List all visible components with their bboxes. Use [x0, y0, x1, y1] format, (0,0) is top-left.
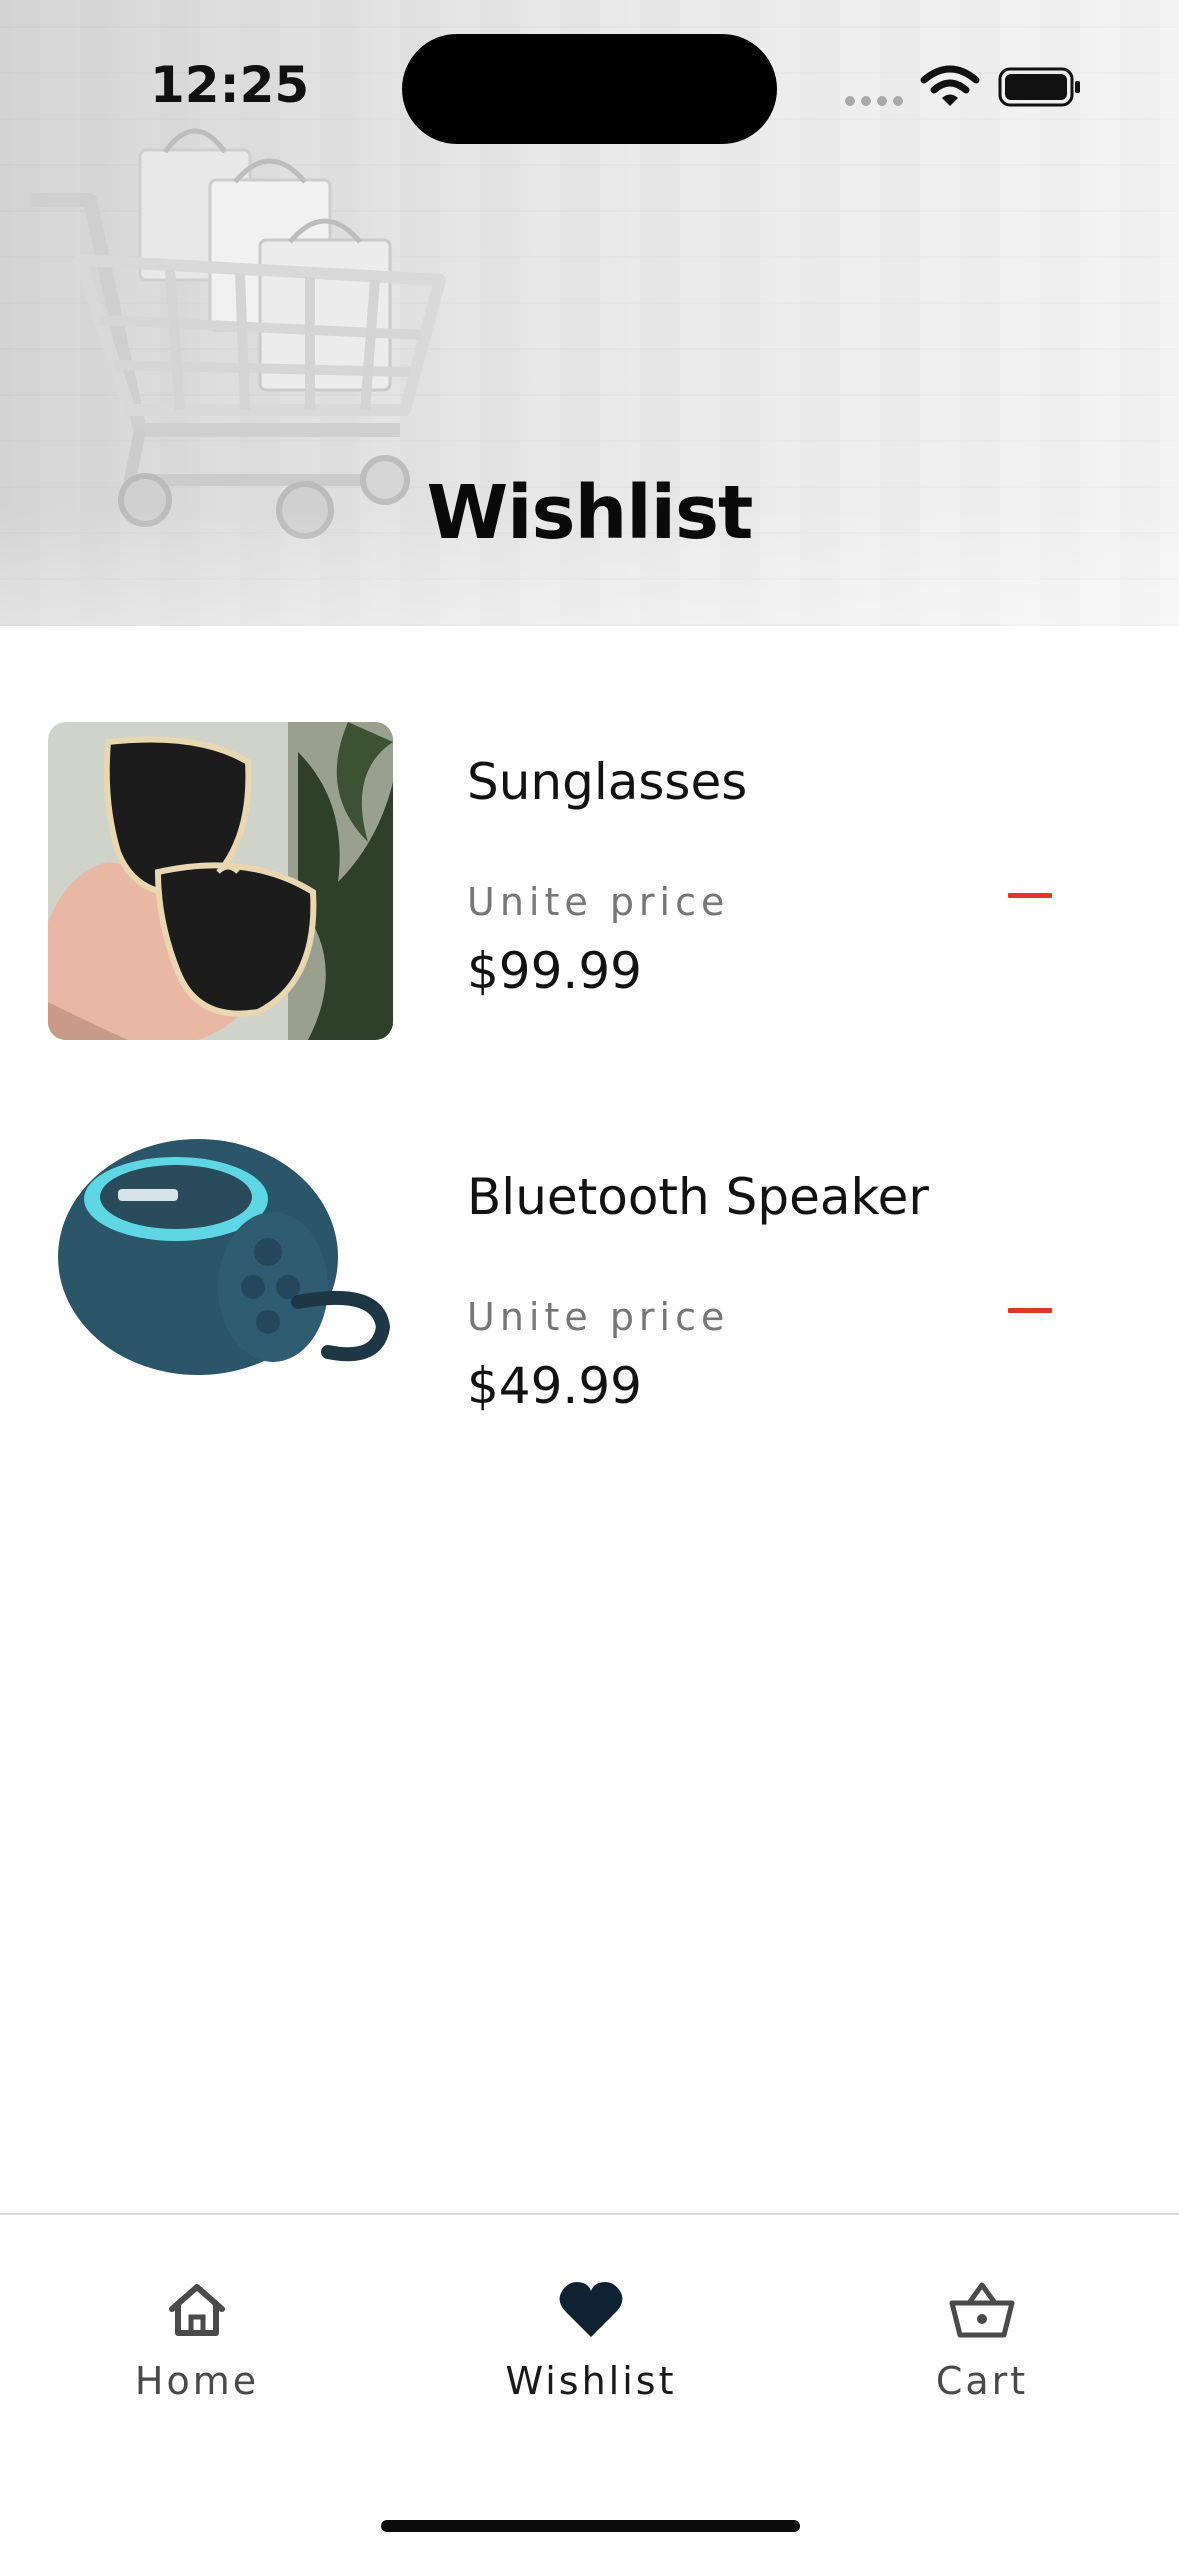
home-icon: [169, 2284, 225, 2336]
product-name: Bluetooth Speaker: [467, 1168, 929, 1226]
nav-label-cart: Cart: [935, 2359, 1029, 2403]
product-image-sunglasses: [48, 722, 393, 1040]
product-name: Sunglasses: [467, 753, 748, 811]
bottom-navigation: Home Wishlist Cart: [0, 2213, 1179, 2558]
unit-price-label: Unite price: [467, 1295, 730, 1339]
nav-item-cart[interactable]: Cart: [852, 2275, 1112, 2403]
dynamic-island: [402, 34, 777, 144]
remove-from-wishlist-button[interactable]: [1000, 875, 1060, 915]
wishlist-item[interactable]: Bluetooth Speaker Unite price $49.99: [0, 1135, 1179, 1465]
product-price: $99.99: [467, 942, 642, 1000]
nav-label-wishlist: Wishlist: [505, 2359, 677, 2403]
unit-price-label: Unite price: [467, 880, 730, 924]
minus-icon: [1008, 1307, 1052, 1313]
page-title: Wishlist: [426, 470, 754, 556]
nav-item-wishlist[interactable]: Wishlist: [461, 2275, 721, 2403]
product-image-bluetooth-speaker: [48, 1137, 393, 1455]
remove-from-wishlist-button[interactable]: [1000, 1290, 1060, 1330]
minus-icon: [1008, 892, 1052, 898]
product-price: $49.99: [467, 1357, 642, 1415]
wifi-icon: [920, 65, 980, 106]
wishlist-item[interactable]: Sunglasses Unite price $99.99: [0, 720, 1179, 1050]
nav-label-home: Home: [134, 2359, 260, 2403]
cellular-signal-icon: [845, 96, 903, 106]
status-time: 12:25: [150, 56, 310, 114]
home-indicator[interactable]: [381, 2520, 800, 2532]
basket-icon: [949, 2282, 1015, 2338]
heart-icon: [559, 2282, 623, 2337]
nav-item-home[interactable]: Home: [67, 2275, 327, 2403]
battery-icon: [998, 67, 1080, 107]
